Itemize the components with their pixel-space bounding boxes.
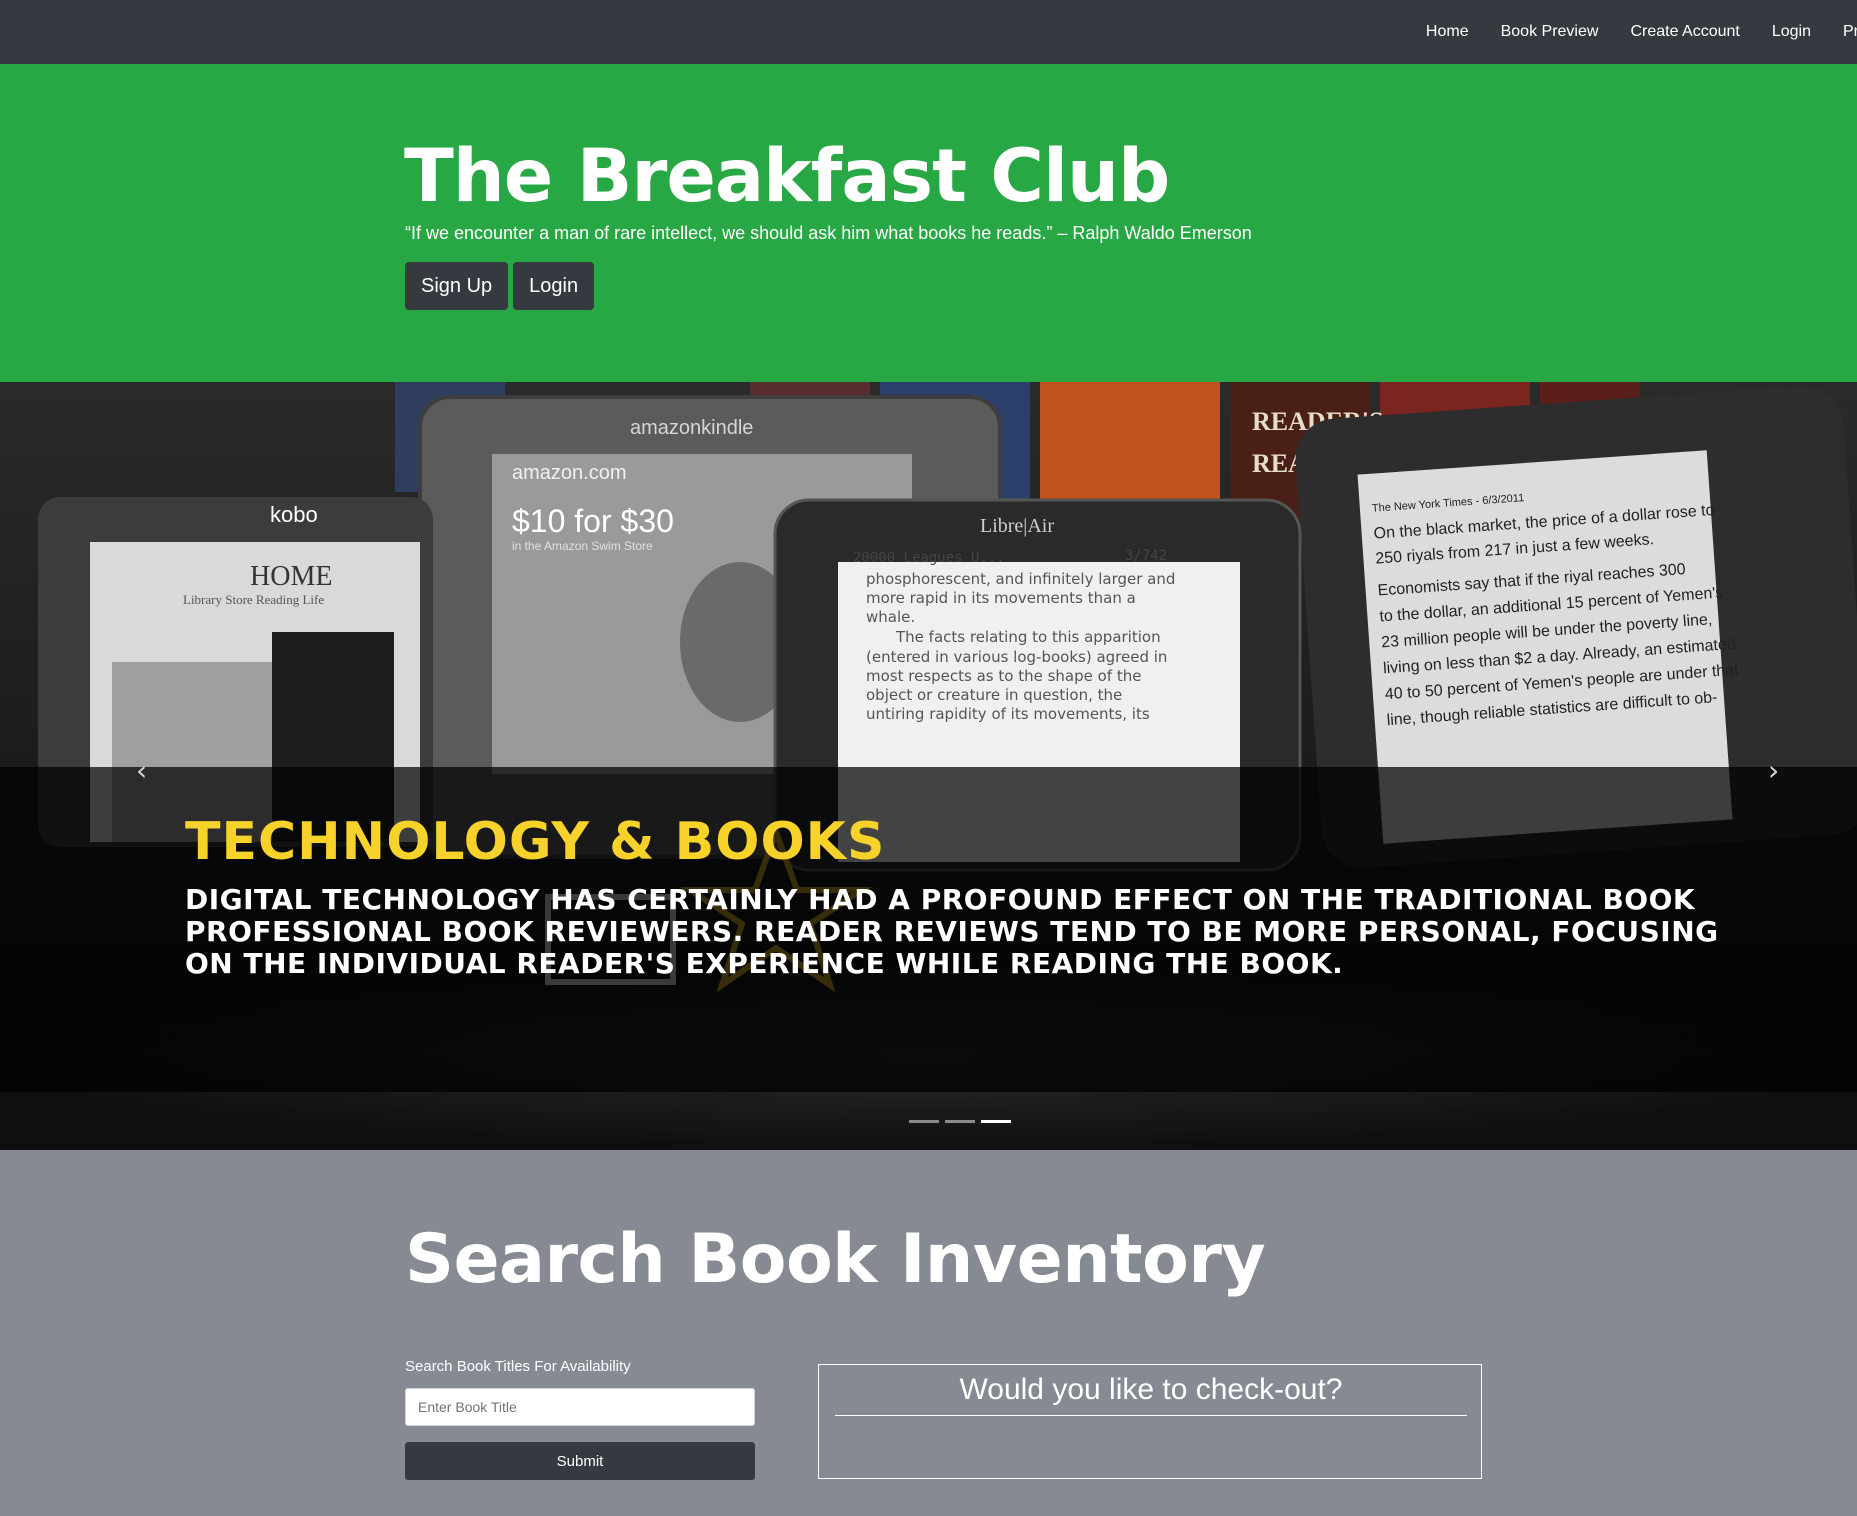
svg-text:$10 for $30: $10 for $30 (512, 503, 674, 539)
nav-login-link[interactable]: Login (1772, 23, 1811, 41)
svg-text:(entered in various log-books): (entered in various log-books) agreed in (866, 648, 1167, 666)
svg-text:The facts relating to this app: The facts relating to this apparition (895, 628, 1161, 646)
carousel-next-icon[interactable]: › (1768, 754, 1779, 787)
checkout-title: Would you like to check-out? (835, 1373, 1467, 1416)
carousel-indicator-2[interactable] (945, 1120, 975, 1123)
hero-login-button[interactable]: Login (513, 262, 595, 310)
hero-quote: “If we encounter a man of rare intellect… (405, 223, 1252, 243)
hero-jumbotron: The Breakfast Club “If we encounter a ma… (0, 64, 1857, 382)
nav-book-preview-link[interactable]: Book Preview (1501, 23, 1599, 41)
svg-text:phosphorescent, and infinitely: phosphorescent, and infinitely larger an… (866, 570, 1175, 588)
svg-text:untiring rapidity of its movem: untiring rapidity of its movements, its (866, 705, 1150, 723)
svg-text:20000 Leagues U...: 20000 Leagues U... (853, 550, 1005, 566)
sign-up-button[interactable]: Sign Up (405, 262, 509, 310)
submit-button[interactable]: Submit (405, 1442, 755, 1480)
svg-text:whale.: whale. (866, 608, 915, 626)
checkout-panel: Would you like to check-out? (818, 1364, 1482, 1479)
book-title-search-input[interactable] (405, 1388, 755, 1426)
nav-links: Home Book Preview Create Account Login P… (1394, 0, 1857, 64)
top-navbar: Home Book Preview Create Account Login P… (0, 0, 1857, 64)
carousel-caption-title: TECHNOLOGY & BOOKS (185, 812, 886, 872)
svg-text:Library Store Reading Li: Library Store Reading Life (183, 592, 324, 607)
svg-text:HOME: HOME (250, 561, 332, 592)
svg-text:in the Amazon Swim Store: in the Amazon Swim Store (512, 539, 653, 553)
svg-text:object or creature in question: object or creature in question, the (866, 686, 1122, 704)
search-label: Search Book Titles For Availability (405, 1358, 631, 1375)
search-heading: Search Book Inventory (405, 1220, 1266, 1299)
svg-text:amazon.com: amazon.com (512, 462, 627, 484)
nav-profile-link[interactable]: Pr (1843, 23, 1857, 41)
svg-text:more rapid in its movements th: more rapid in its movements than a (866, 589, 1136, 607)
carousel-indicator-3[interactable] (981, 1120, 1011, 1123)
image-carousel: READER'S READER'S DIGEST amazonkindle am… (0, 382, 1857, 1150)
nav-home-link[interactable]: Home (1426, 23, 1469, 41)
carousel-indicator-1[interactable] (909, 1120, 939, 1123)
carousel-caption-text: DIGITAL TECHNOLOGY HAS CERTAINLY HAD A P… (185, 883, 1719, 980)
carousel-prev-icon[interactable]: ‹ (136, 754, 147, 787)
carousel-indicators (909, 1120, 1011, 1123)
svg-text:most respects as to the shape: most respects as to the shape of the (866, 667, 1141, 685)
hero-buttons: Sign Up Login (405, 262, 595, 310)
svg-text:kobo: kobo (270, 502, 318, 527)
svg-text:Libre|Air: Libre|Air (980, 515, 1054, 537)
nav-create-account-link[interactable]: Create Account (1630, 23, 1739, 41)
svg-text:amazonkindle: amazonkindle (630, 417, 753, 439)
site-title: The Breakfast Club (404, 134, 1170, 219)
svg-text:3/742: 3/742 (1125, 548, 1167, 564)
